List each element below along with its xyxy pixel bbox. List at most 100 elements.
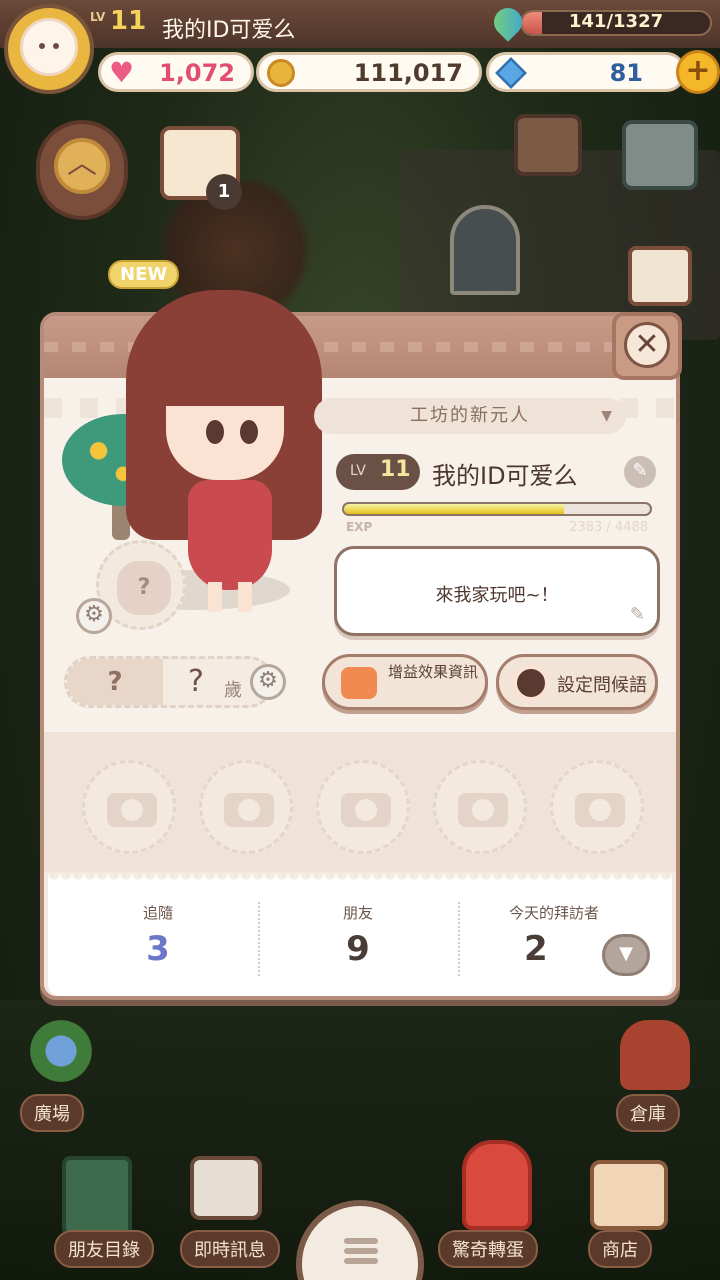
profile-level-badge: LV 11 xyxy=(336,454,420,490)
hamburger-icon xyxy=(344,1238,378,1244)
profile-name: 我的ID可爱么 xyxy=(432,462,578,490)
greeting-bubble[interactable]: 來我家玩吧~！ ✎ xyxy=(334,546,660,636)
nav-shop-label: 商店 xyxy=(588,1230,652,1268)
player-avatar[interactable] xyxy=(4,4,94,94)
visitors-label: 今天的拜訪者 xyxy=(508,904,599,922)
close-icon: ✕ xyxy=(624,322,670,368)
buff-icon xyxy=(341,667,377,699)
nav-friends[interactable]: 朋友目錄 xyxy=(40,1150,160,1270)
camera-icon xyxy=(341,793,391,827)
follow-label: 追隨 xyxy=(142,904,173,922)
gems-counter[interactable]: 81 xyxy=(486,52,686,92)
gem-icon xyxy=(495,57,527,89)
camera-icon xyxy=(575,793,625,827)
pencil-icon: ✎ xyxy=(629,604,645,625)
nav-shop[interactable]: 商店 xyxy=(572,1150,692,1270)
chevron-down-icon: ▼ xyxy=(601,408,614,424)
nav-friends-label: 朋友目錄 xyxy=(54,1230,154,1268)
character-dress xyxy=(188,480,272,590)
character-eye xyxy=(240,420,258,444)
photo-slot-4[interactable] xyxy=(433,760,527,854)
age-suffix: 歲 xyxy=(224,680,242,701)
camera-icon xyxy=(458,793,508,827)
calendar-badge: 1 xyxy=(206,174,242,210)
coin-icon xyxy=(267,59,295,87)
close-button[interactable]: ✕ xyxy=(612,312,682,380)
buff-info-button[interactable]: 增益效果資訊 xyxy=(322,654,488,710)
nav-chat[interactable]: 即時訊息 xyxy=(170,1150,290,1270)
greeting-text: 來我家玩吧~！ xyxy=(435,585,559,606)
photo-slot-5[interactable] xyxy=(550,760,644,854)
visitors-stat: 今天的拜訪者 2 xyxy=(494,902,614,969)
buff-info-label: 增益效果資訊 xyxy=(387,663,478,681)
stats-divider xyxy=(258,902,260,976)
gems-value: 81 xyxy=(609,59,643,87)
photo-strip xyxy=(44,732,676,872)
player-character[interactable] xyxy=(126,290,326,620)
coins-counter[interactable]: 111,017 xyxy=(256,52,482,92)
follow-value: 3 xyxy=(146,929,170,969)
photo-slot-3[interactable] xyxy=(316,760,410,854)
gender-age-box[interactable]: ? xyxy=(64,656,274,708)
nav-plaza[interactable]: 廣場 xyxy=(14,1010,108,1134)
camera-icon xyxy=(107,793,157,827)
set-greeting-label: 設定問候語 xyxy=(557,675,647,696)
visitors-value: 2 xyxy=(524,929,548,969)
avatar-face-icon xyxy=(20,18,78,76)
set-greeting-button[interactable]: 設定問候語 xyxy=(496,654,658,710)
friends-book-icon xyxy=(62,1156,132,1236)
nav-storage[interactable]: 倉庫 xyxy=(606,1010,710,1134)
profile-stats: 追隨 3 朋友 9 今天的拜訪者 2 ▼ xyxy=(48,874,672,996)
nav-plaza-label: 廣場 xyxy=(20,1094,84,1132)
friends-label: 朋友 xyxy=(342,904,373,922)
exp-label: EXP xyxy=(346,520,373,534)
age-value: ? xyxy=(188,664,204,699)
storage-icon xyxy=(620,1020,690,1090)
energy-value: 141/1327 xyxy=(568,11,664,32)
photo-slot-2[interactable] xyxy=(199,760,293,854)
player-level: 11 xyxy=(110,6,147,36)
character-eye xyxy=(206,420,224,444)
player-name: 我的ID可爱么 xyxy=(162,18,296,43)
chevron-down-icon: ▼ xyxy=(619,943,633,964)
visitors-dropdown-button[interactable]: ▼ xyxy=(602,934,650,976)
plaza-icon xyxy=(24,1016,98,1086)
top-hud: LV 11 我的ID可爱么 141/1327 ♥ 1,072 111,017 8… xyxy=(0,0,720,96)
shop-icon xyxy=(590,1160,668,1230)
profile-title: 工坊的新元人 xyxy=(410,405,530,426)
hearts-counter[interactable]: ♥ 1,072 xyxy=(98,52,254,92)
follow-stat[interactable]: 追隨 3 xyxy=(98,902,218,969)
age-settings-gear-icon[interactable]: ⚙ xyxy=(250,664,286,700)
storage-box-icon[interactable] xyxy=(622,120,698,190)
coins-value: 111,017 xyxy=(353,59,463,87)
notepad-icon[interactable] xyxy=(628,246,692,306)
friends-value: 9 xyxy=(346,929,370,969)
profile-level-label: LV xyxy=(350,463,366,479)
photo-slot-1[interactable] xyxy=(82,760,176,854)
player-level-prefix: LV xyxy=(90,10,106,24)
expand-menu-button[interactable]: ︿ xyxy=(36,120,128,220)
nav-gacha[interactable]: 驚奇轉蛋 xyxy=(436,1134,560,1270)
camera-icon xyxy=(224,793,274,827)
exp-bar-fill xyxy=(344,504,565,514)
character-leg xyxy=(238,582,252,612)
chevron-up-icon: ︿ xyxy=(54,138,110,194)
character-head-icon xyxy=(513,665,549,701)
pet-settings-gear-icon[interactable]: ⚙ xyxy=(76,598,112,634)
chat-icon xyxy=(190,1156,262,1220)
new-badge: NEW xyxy=(108,260,180,289)
friends-stat[interactable]: 朋友 9 xyxy=(298,902,418,969)
title-dropdown[interactable]: 工坊的新元人 ▼ xyxy=(314,398,626,434)
profile-level-value: 11 xyxy=(380,457,411,482)
add-gems-button[interactable]: + xyxy=(676,50,720,94)
gacha-machine-icon xyxy=(462,1140,532,1230)
nav-gacha-label: 驚奇轉蛋 xyxy=(438,1230,538,1268)
heart-icon: ♥ xyxy=(109,56,135,89)
decorate-box-icon[interactable] xyxy=(514,114,582,176)
nav-storage-label: 倉庫 xyxy=(616,1094,680,1132)
hearts-value: 1,072 xyxy=(159,59,235,87)
edit-name-pencil-icon[interactable]: ✎ xyxy=(624,456,656,488)
character-leg xyxy=(208,582,222,612)
background-window xyxy=(450,205,520,295)
nav-chat-label: 即時訊息 xyxy=(180,1230,280,1268)
